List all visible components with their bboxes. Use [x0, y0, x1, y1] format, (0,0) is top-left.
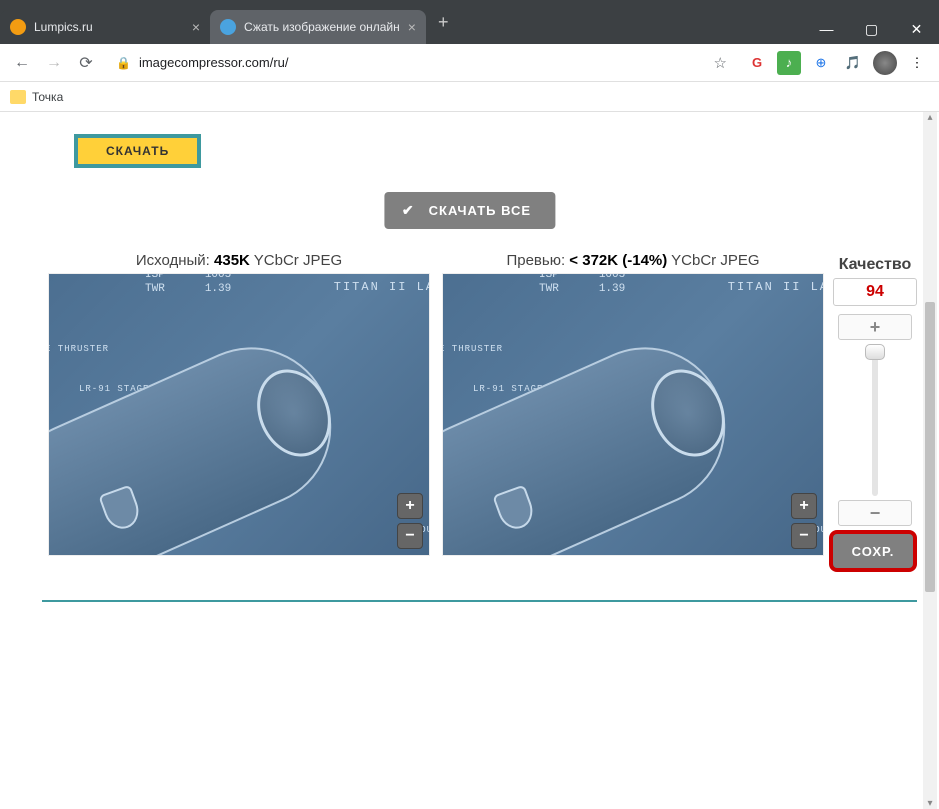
lock-icon: 🔒	[116, 56, 131, 70]
blueprint-table: ISP1005 TWR1.39	[139, 273, 237, 296]
tab-imagecompressor[interactable]: Сжать изображение онлайн ×	[210, 10, 426, 44]
window-controls: — ▢ ✕	[804, 14, 939, 44]
tab-label: Сжать изображение онлайн	[244, 20, 400, 34]
back-button[interactable]: ←	[8, 49, 36, 77]
blueprint-table: ISP1005 TWR1.39	[533, 273, 631, 296]
close-icon[interactable]: ×	[184, 19, 200, 35]
quality-minus-button[interactable]: −	[838, 500, 912, 526]
folder-icon	[10, 90, 26, 104]
original-image-panel[interactable]: ISP1005 TWR1.39 TITAN II LA E THRUSTER L…	[48, 273, 430, 556]
minimize-button[interactable]: —	[804, 14, 849, 44]
url-text: imagecompressor.com/ru/	[139, 55, 289, 70]
address-bar[interactable]: 🔒 imagecompressor.com/ru/ ☆	[104, 49, 739, 77]
check-icon: ✔	[402, 202, 415, 219]
download-card: СКАЧАТЬ	[74, 134, 201, 168]
scrollbar-thumb[interactable]	[925, 302, 935, 592]
tab-label: Lumpics.ru	[34, 20, 93, 34]
extension-icon[interactable]: G	[745, 51, 769, 75]
forward-button[interactable]: →	[40, 49, 68, 77]
new-tab-button[interactable]: +	[426, 12, 461, 33]
preview-heading: Превью: < 372K (-14%) YCbCr JPEG	[442, 252, 824, 269]
zoom-controls: + −	[397, 493, 423, 549]
slider-thumb[interactable]	[865, 344, 885, 360]
quality-panel: Качество 94 + − СОХР.	[833, 256, 917, 568]
extension-icon[interactable]: ⊕	[809, 51, 833, 75]
favicon-compressor	[220, 19, 236, 35]
favicon-lumpics	[10, 19, 26, 35]
zoom-in-button[interactable]: +	[397, 493, 423, 519]
media-control-icon[interactable]: 🎵	[841, 51, 865, 75]
scroll-up-icon[interactable]: ▴	[923, 112, 937, 123]
zoom-controls: + −	[791, 493, 817, 549]
address-bar-row: ← → ⟳ 🔒 imagecompressor.com/ru/ ☆ G ♪ ⊕ …	[0, 44, 939, 82]
browser-titlebar: Lumpics.ru × Сжать изображение онлайн × …	[0, 0, 939, 44]
compare-section: Исходный: 435K YCbCr JPEG Превью: < 372K…	[48, 252, 824, 556]
close-button[interactable]: ✕	[894, 14, 939, 44]
download-button[interactable]: СКАЧАТЬ	[74, 134, 201, 168]
quality-slider[interactable]	[872, 346, 878, 496]
blueprint-label: E THRUSTER	[442, 344, 503, 354]
original-heading: Исходный: 435K YCbCr JPEG	[48, 252, 430, 269]
download-all-button[interactable]: ✔ СКАЧАТЬ ВСЕ	[384, 192, 555, 229]
quality-title: Качество	[833, 256, 917, 274]
compare-headings: Исходный: 435K YCbCr JPEG Превью: < 372K…	[48, 252, 824, 269]
extension-icon[interactable]: ♪	[777, 51, 801, 75]
blueprint-title: TITAN II LA	[334, 280, 430, 294]
vertical-scrollbar[interactable]: ▴ ▾	[923, 112, 937, 809]
reload-button[interactable]: ⟳	[72, 49, 100, 77]
preview-image-panel[interactable]: ISP1005 TWR1.39 TITAN II LA E THRUSTER L…	[442, 273, 824, 556]
zoom-out-button[interactable]: −	[397, 523, 423, 549]
profile-avatar[interactable]	[873, 51, 897, 75]
divider	[42, 600, 917, 602]
download-all-label: СКАЧАТЬ ВСЕ	[429, 203, 531, 218]
bookmark-star-icon[interactable]: ☆	[714, 54, 727, 72]
bookmarks-bar: Точка	[0, 82, 939, 112]
quality-plus-button[interactable]: +	[838, 314, 912, 340]
zoom-in-button[interactable]: +	[791, 493, 817, 519]
blueprint-title: TITAN II LA	[728, 280, 824, 294]
tab-lumpics[interactable]: Lumpics.ru ×	[0, 10, 210, 44]
menu-icon[interactable]: ⋮	[905, 51, 929, 75]
save-button[interactable]: СОХР.	[833, 534, 913, 568]
quality-value-input[interactable]: 94	[833, 278, 917, 306]
zoom-out-button[interactable]: −	[791, 523, 817, 549]
close-icon[interactable]: ×	[400, 19, 416, 35]
page-viewport: СКАЧАТЬ ✔ СКАЧАТЬ ВСЕ Исходный: 435K YCb…	[0, 112, 939, 809]
scroll-down-icon[interactable]: ▾	[923, 798, 937, 809]
maximize-button[interactable]: ▢	[849, 14, 894, 44]
images-row: ISP1005 TWR1.39 TITAN II LA E THRUSTER L…	[48, 273, 824, 556]
bookmark-item[interactable]: Точка	[32, 90, 63, 104]
blueprint-label: E THRUSTER	[48, 344, 109, 354]
